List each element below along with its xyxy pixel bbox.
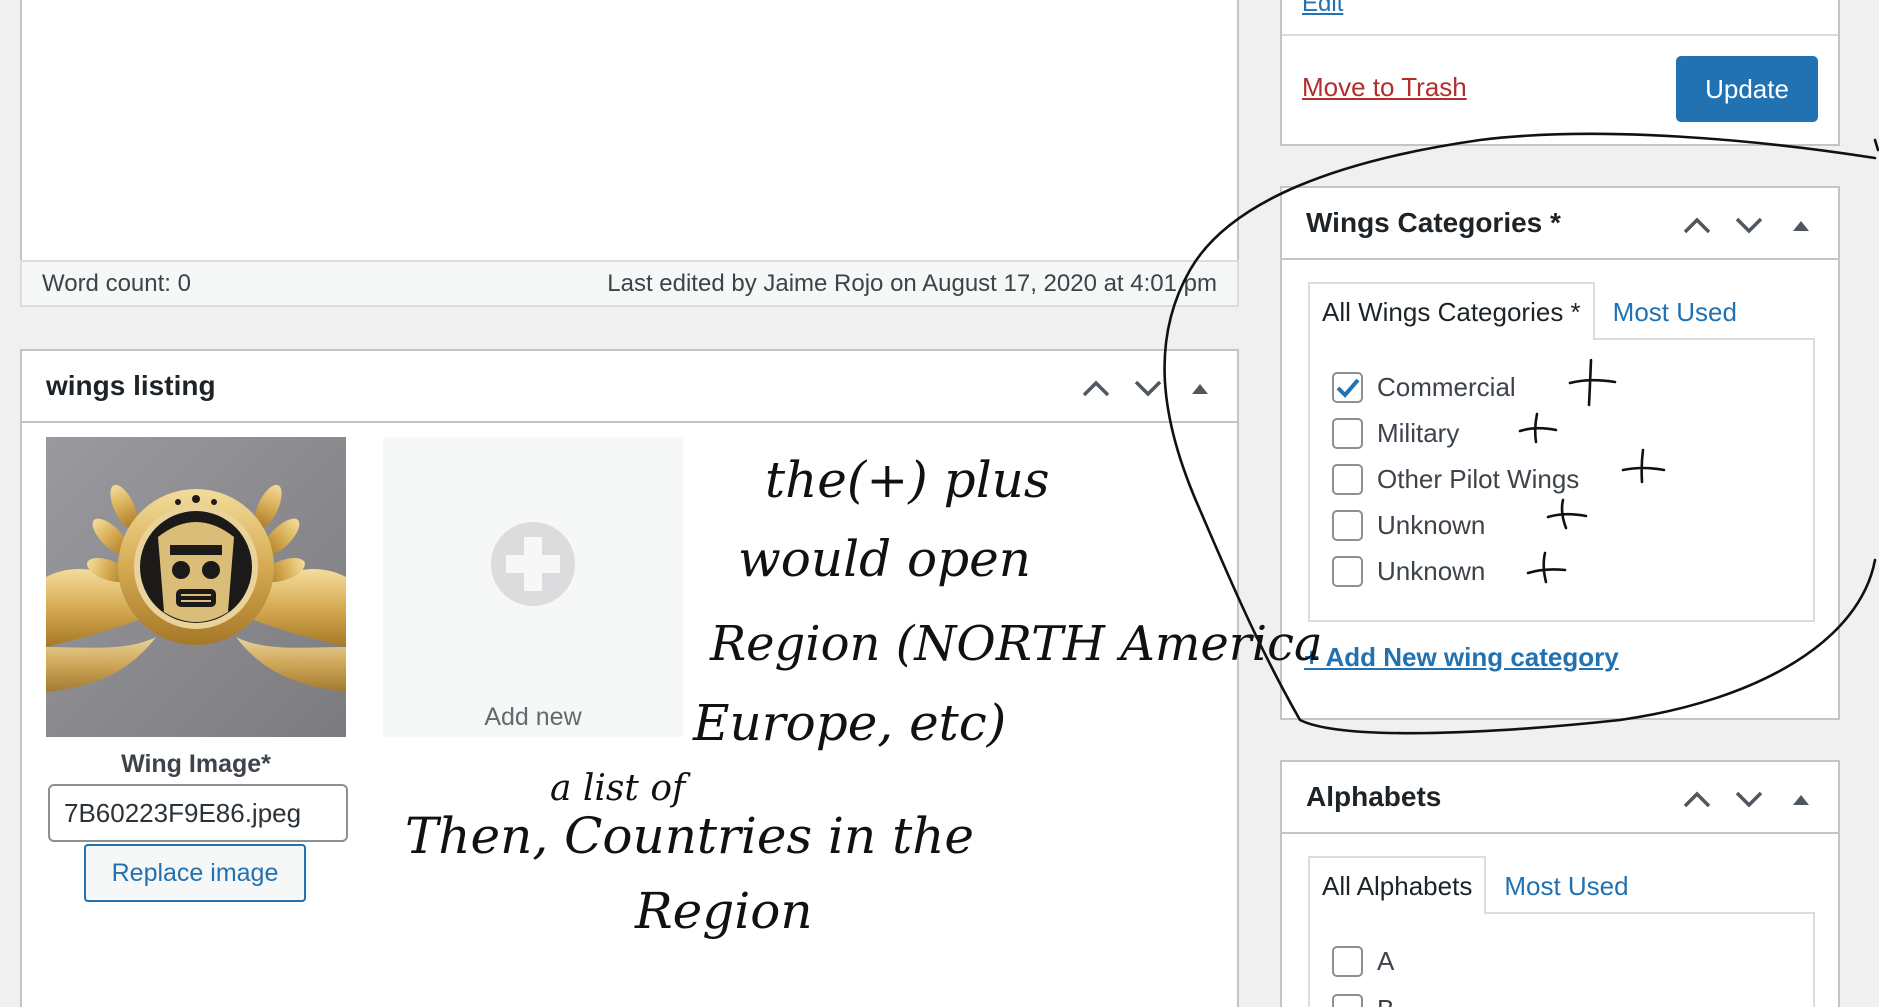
- add-new-label: Add new: [484, 703, 582, 731]
- alphabets-header: Alphabets: [1282, 762, 1838, 834]
- checkbox[interactable]: [1332, 946, 1363, 977]
- wing-image-filename-field[interactable]: [48, 784, 348, 842]
- alphabet-item-a[interactable]: A: [1332, 946, 1394, 977]
- replace-image-button[interactable]: Replace image: [84, 844, 306, 902]
- category-item-unknown[interactable]: Unknown: [1332, 556, 1485, 587]
- wing-image-thumbnail[interactable]: [46, 437, 346, 737]
- caret-up-icon[interactable]: [1782, 780, 1820, 818]
- alphabets-checklist: A B: [1308, 912, 1815, 1007]
- checkbox[interactable]: [1332, 556, 1363, 587]
- chevron-up-icon[interactable]: [1077, 369, 1115, 407]
- add-new-wing-category-link[interactable]: + Add New wing category: [1304, 642, 1619, 673]
- alphabets-title: Alphabets: [1306, 781, 1442, 812]
- category-label: Unknown: [1377, 510, 1486, 540]
- chevron-up-icon[interactable]: [1678, 780, 1716, 818]
- editor-content-area[interactable]: [20, 0, 1239, 260]
- category-label: Other Pilot Wings: [1377, 464, 1580, 494]
- checkbox[interactable]: [1332, 510, 1363, 541]
- edit-link[interactable]: Edit: [1302, 0, 1343, 18]
- chevron-down-icon[interactable]: [1129, 369, 1167, 407]
- wings-listing-title: wings listing: [46, 370, 216, 401]
- publish-box: Edit Move to Trash Update: [1280, 0, 1840, 146]
- caret-up-icon[interactable]: [1782, 206, 1820, 244]
- update-button[interactable]: Update: [1676, 56, 1818, 122]
- tab-most-used[interactable]: Most Used: [1595, 284, 1749, 340]
- alphabet-label: A: [1377, 946, 1395, 976]
- caret-up-icon[interactable]: [1181, 369, 1219, 407]
- categories-checklist: Commercial Military Other Pilot Wings Un…: [1308, 338, 1815, 622]
- editor-status-bar: Word count: 0 Last edited by Jaime Rojo …: [20, 260, 1239, 307]
- category-label: Commercial: [1377, 372, 1516, 402]
- divider: [1282, 34, 1838, 36]
- wings-listing-panel: wings listing Add new Wing Image* 7B6022…: [20, 349, 1239, 1007]
- tab-most-used[interactable]: Most Used: [1486, 858, 1640, 914]
- plus-circle-icon: [491, 522, 575, 606]
- alphabets-tabs: All Alphabets Most Used: [1308, 856, 1641, 914]
- wings-categories-header: Wings Categories *: [1282, 188, 1838, 260]
- alphabet-label: B: [1377, 994, 1394, 1007]
- word-count: Word count: 0: [42, 269, 191, 297]
- add-new-image-tile[interactable]: Add new: [383, 437, 683, 737]
- category-item-commercial[interactable]: Commercial: [1332, 372, 1516, 403]
- alphabets-box: Alphabets All Alphabets Most Used A B: [1280, 760, 1840, 1007]
- checkbox[interactable]: [1332, 464, 1363, 495]
- checkmark-icon: [1336, 378, 1360, 398]
- chevron-down-icon[interactable]: [1730, 206, 1768, 244]
- tab-all-alphabets[interactable]: All Alphabets: [1308, 856, 1487, 914]
- wings-categories-title: Wings Categories *: [1306, 207, 1561, 238]
- category-label: Military: [1377, 418, 1460, 448]
- move-to-trash-link[interactable]: Move to Trash: [1302, 72, 1467, 103]
- checkbox-checked[interactable]: [1332, 372, 1363, 403]
- chevron-down-icon[interactable]: [1730, 780, 1768, 818]
- wing-badge-image: [46, 437, 346, 737]
- alphabet-item-b[interactable]: B: [1332, 994, 1394, 1007]
- wings-categories-box: Wings Categories * All Wings Categories …: [1280, 186, 1840, 720]
- wings-listing-header: wings listing: [22, 351, 1237, 423]
- checkbox[interactable]: [1332, 418, 1363, 449]
- tab-all-wings-categories[interactable]: All Wings Categories *: [1308, 282, 1595, 340]
- category-item-other-pilot-wings[interactable]: Other Pilot Wings: [1332, 464, 1579, 495]
- category-item-unknown[interactable]: Unknown: [1332, 510, 1485, 541]
- category-item-military[interactable]: Military: [1332, 418, 1459, 449]
- last-edited-info: Last edited by Jaime Rojo on August 17, …: [607, 269, 1217, 297]
- checkbox[interactable]: [1332, 994, 1363, 1007]
- wing-image-label: Wing Image*: [121, 750, 271, 778]
- chevron-up-icon[interactable]: [1678, 206, 1716, 244]
- category-label: Unknown: [1377, 556, 1486, 586]
- categories-tabs: All Wings Categories * Most Used: [1308, 282, 1749, 340]
